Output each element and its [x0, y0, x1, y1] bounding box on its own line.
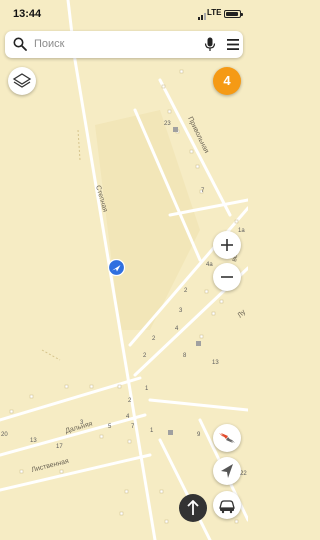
- layers-icon: [12, 73, 32, 88]
- compass-button[interactable]: [213, 424, 241, 452]
- search-placeholder[interactable]: Поиск: [34, 38, 64, 50]
- zoom-out-button[interactable]: [213, 263, 241, 291]
- status-time: 13:44: [13, 8, 42, 20]
- location-arrow-icon: [221, 464, 233, 478]
- microphone-icon[interactable]: [204, 37, 216, 52]
- layers-button[interactable]: [8, 67, 36, 95]
- network-type: LTE: [207, 8, 222, 17]
- battery-icon: [224, 10, 243, 18]
- house-number: 13: [212, 360, 219, 366]
- notification-badge[interactable]: 4: [213, 67, 241, 95]
- house-number: 13: [30, 438, 37, 444]
- compass-icon: [219, 433, 235, 443]
- search-bar[interactable]: Поиск: [5, 31, 243, 58]
- arrow-up-icon: [187, 500, 199, 515]
- menu-icon[interactable]: [227, 39, 239, 50]
- plus-icon: [221, 239, 233, 251]
- car-icon: [219, 500, 235, 514]
- house-number: 20: [1, 432, 8, 438]
- route-button[interactable]: [179, 494, 207, 522]
- zoom-in-button[interactable]: [213, 231, 241, 259]
- my-location-button[interactable]: [213, 457, 241, 485]
- user-location-marker: [108, 259, 125, 276]
- house-number: 22: [240, 471, 247, 477]
- house-number: 17: [56, 444, 63, 450]
- car-route-button[interactable]: [213, 491, 241, 519]
- search-icon: [13, 37, 27, 51]
- status-bar: 13:44 LTE: [0, 0, 248, 30]
- house-number: 23: [164, 121, 171, 127]
- minus-icon: [221, 276, 233, 278]
